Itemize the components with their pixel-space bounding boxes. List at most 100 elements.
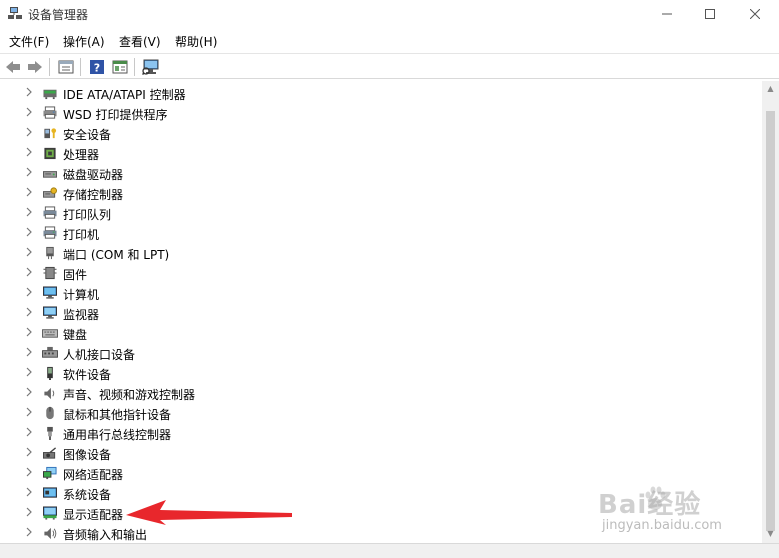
tree-item-port[interactable]: 端口 (COM 和 LPT) xyxy=(0,243,740,263)
chevron-right-icon[interactable] xyxy=(26,307,36,319)
scan-hardware-button[interactable] xyxy=(141,57,161,77)
back-button[interactable] xyxy=(3,57,23,77)
minimize-icon xyxy=(662,13,672,15)
tree-item-print-queue[interactable]: 打印队列 xyxy=(0,203,740,223)
chevron-right-icon[interactable] xyxy=(26,227,36,239)
svg-text:?: ? xyxy=(94,62,100,75)
watermark-url: jingyan.baidu.com xyxy=(602,518,722,533)
toolbar-separator xyxy=(80,58,81,76)
monitor-icon xyxy=(43,306,57,319)
chevron-right-icon[interactable] xyxy=(26,407,36,419)
chevron-right-icon[interactable] xyxy=(26,267,36,279)
tree-item-label: 软件设备 xyxy=(63,368,112,382)
menu-view[interactable]: 查看(V) xyxy=(119,33,161,50)
scroll-down-icon[interactable]: ▼ xyxy=(766,529,775,539)
properties-icon xyxy=(58,60,74,74)
chevron-right-icon[interactable] xyxy=(26,127,36,139)
tree-item-imaging-device[interactable]: 图像设备 xyxy=(0,443,740,463)
chevron-right-icon[interactable] xyxy=(26,467,36,479)
menu-action[interactable]: 操作(A) xyxy=(63,33,105,50)
tree-item-usb[interactable]: 通用串行总线控制器 xyxy=(0,423,740,443)
chevron-right-icon[interactable] xyxy=(26,87,36,99)
close-button[interactable] xyxy=(733,0,777,28)
security-device-icon xyxy=(44,128,57,139)
back-icon xyxy=(6,61,20,73)
tree-item-label: 处理器 xyxy=(63,148,100,162)
tree-item-storage-controller[interactable]: 存储控制器 xyxy=(0,183,740,203)
chevron-right-icon[interactable] xyxy=(26,247,36,259)
chevron-right-icon[interactable] xyxy=(26,487,36,499)
chevron-right-icon[interactable] xyxy=(26,207,36,219)
tree-item-processor[interactable]: 处理器 xyxy=(0,143,740,163)
forward-icon xyxy=(28,61,42,73)
print-queue-icon xyxy=(43,206,57,219)
tree-item-label: 打印机 xyxy=(63,228,100,242)
tree-item-label: 网络适配器 xyxy=(63,468,124,482)
tree-item-firmware[interactable]: 固件 xyxy=(0,263,740,283)
port-icon xyxy=(46,246,54,260)
chevron-right-icon[interactable] xyxy=(26,327,36,339)
tree-item-mouse[interactable]: 鼠标和其他指针设备 xyxy=(0,403,740,423)
chevron-right-icon[interactable] xyxy=(26,507,36,519)
properties-button[interactable] xyxy=(56,57,76,77)
disk-drive-icon xyxy=(43,171,57,178)
menu-file[interactable]: 文件(F) xyxy=(9,33,49,50)
scrollbar-thumb[interactable] xyxy=(766,111,775,531)
usb-icon xyxy=(47,426,53,440)
close-icon xyxy=(750,9,760,19)
forward-button[interactable] xyxy=(25,57,45,77)
tree-item-label: 打印队列 xyxy=(63,208,112,222)
chevron-right-icon[interactable] xyxy=(26,367,36,379)
tree-item-security-device[interactable]: 安全设备 xyxy=(0,123,740,143)
chevron-right-icon[interactable] xyxy=(26,147,36,159)
toolbar: ? xyxy=(0,53,779,79)
processor-icon xyxy=(44,147,56,160)
chevron-right-icon[interactable] xyxy=(26,527,36,539)
firmware-icon xyxy=(43,266,57,280)
tree-item-label: 人机接口设备 xyxy=(63,348,136,362)
software-device-icon xyxy=(47,366,53,380)
tree-item-computer[interactable]: 计算机 xyxy=(0,283,740,303)
scroll-up-icon[interactable]: ▲ xyxy=(766,84,775,94)
chevron-right-icon[interactable] xyxy=(26,427,36,439)
toolbar-separator xyxy=(134,58,135,76)
minimize-button[interactable] xyxy=(645,0,689,28)
wsd-printer-icon xyxy=(43,106,57,119)
watermark: Bai经验 jingyan.baidu.com xyxy=(598,484,758,544)
chevron-right-icon[interactable] xyxy=(26,347,36,359)
tree-item-label: 鼠标和其他指针设备 xyxy=(63,408,172,422)
tree-item-label: 监视器 xyxy=(63,308,100,322)
tree-item-keyboard[interactable]: 键盘 xyxy=(0,323,740,343)
maximize-button[interactable] xyxy=(688,0,732,28)
update-driver-icon xyxy=(112,60,128,74)
menu-help[interactable]: 帮助(H) xyxy=(175,33,217,50)
chevron-right-icon[interactable] xyxy=(26,187,36,199)
tree-item-software-device[interactable]: 软件设备 xyxy=(0,363,740,383)
tree-item-hid[interactable]: 人机接口设备 xyxy=(0,343,740,363)
mouse-icon xyxy=(46,406,54,420)
help-icon: ? xyxy=(90,60,104,75)
tree-item-ide-controller[interactable]: IDE ATA/ATAPI 控制器 xyxy=(0,83,740,103)
chevron-right-icon[interactable] xyxy=(26,167,36,179)
tree-item-label: WSD 打印提供程序 xyxy=(63,108,168,122)
audio-io-icon xyxy=(44,527,57,540)
chevron-right-icon[interactable] xyxy=(26,287,36,299)
tree-item-monitor[interactable]: 监视器 xyxy=(0,303,740,323)
update-driver-button[interactable] xyxy=(110,57,130,77)
tree-item-disk-drive[interactable]: 磁盘驱动器 xyxy=(0,163,740,183)
chevron-right-icon[interactable] xyxy=(26,107,36,119)
keyboard-icon xyxy=(42,329,58,338)
tree-item-wsd-printer[interactable]: WSD 打印提供程序 xyxy=(0,103,740,123)
tree-item-network-adapter[interactable]: 网络适配器 xyxy=(0,463,740,483)
vertical-scrollbar[interactable]: ▲ ▼ xyxy=(762,81,779,543)
tree-item-sound[interactable]: 声音、视频和游戏控制器 xyxy=(0,383,740,403)
tree-item-printer[interactable]: 打印机 xyxy=(0,223,740,243)
chevron-right-icon[interactable] xyxy=(26,387,36,399)
storage-controller-icon xyxy=(43,187,57,198)
device-tree: IDE ATA/ATAPI 控制器 WSD 打印提供程序 安全设备处理器 磁盘驱动器存… xyxy=(0,81,762,543)
tree-item-label: 安全设备 xyxy=(63,128,112,142)
help-button[interactable]: ? xyxy=(87,57,107,77)
watermark-brand: Bai经验 xyxy=(598,490,702,520)
chevron-right-icon[interactable] xyxy=(26,447,36,459)
annotation-arrow-icon xyxy=(126,500,292,525)
